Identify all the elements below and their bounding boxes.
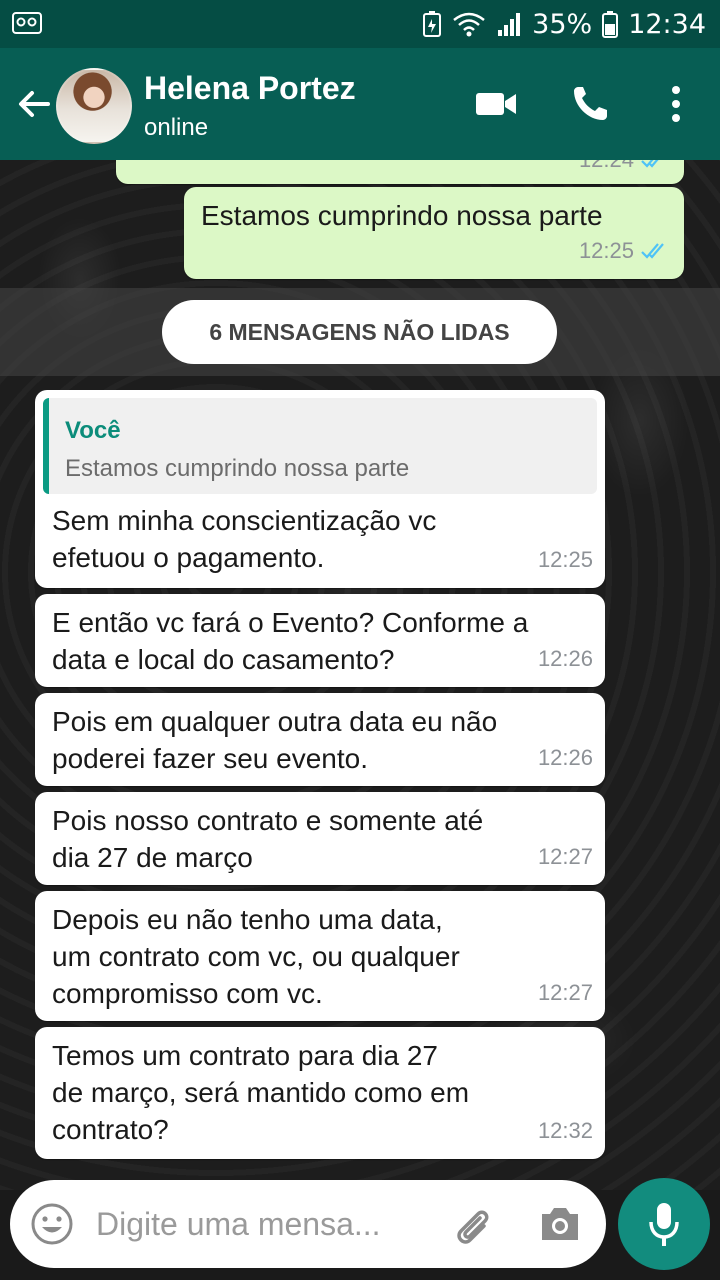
message-line: Pois em qualquer outra data eu não	[52, 706, 498, 737]
status-bar: 35% 12:34	[0, 0, 720, 48]
emoji-icon[interactable]	[30, 1202, 74, 1246]
voicemail-icon	[12, 12, 42, 34]
message-line: de março, será mantido como em	[52, 1077, 470, 1108]
attach-icon[interactable]	[448, 1202, 496, 1250]
message-composer[interactable]: Digite uma mensa...	[10, 1180, 606, 1268]
message-meta: 12:27	[538, 838, 593, 875]
message-time: 12:25	[537, 547, 593, 572]
quote-text: Estamos cumprindo nossa parte	[65, 455, 410, 482]
message-line: Pois nosso contrato e somente até	[52, 805, 484, 836]
message-line: Temos um contrato para dia 27	[52, 1040, 438, 1071]
message-text: E então vc fará o Evento? Conforme a dat…	[52, 604, 528, 678]
message-line: efetuou o pagamento.	[52, 542, 325, 573]
message-text: Pois em qualquer outra data eu não poder…	[52, 703, 497, 777]
camera-icon[interactable]	[536, 1202, 584, 1246]
message-time: 12:24	[579, 160, 634, 178]
back-arrow-icon[interactable]	[14, 84, 54, 124]
message-meta: 12:26	[538, 739, 593, 776]
contact-avatar[interactable]	[56, 68, 132, 144]
unread-messages-divider: 6 MENSAGENS NÃO LIDAS	[162, 300, 557, 364]
message-line: um contrato com vc, ou qualquer	[52, 941, 460, 972]
message-meta: 12:26	[538, 640, 593, 677]
message-list[interactable]: pagamento 12:24 Estamos cumprindo nossa …	[0, 160, 720, 1190]
message-time: 12:26	[537, 646, 593, 671]
wifi-icon	[453, 12, 485, 37]
message-line: dia 27 de março	[52, 842, 253, 873]
battery-saver-icon	[423, 11, 442, 37]
reply-quote[interactable]: Você Estamos cumprindo nossa parte	[43, 398, 597, 494]
incoming-message[interactable]: E então vc fará o Evento? Conforme a dat…	[35, 594, 605, 687]
message-text: Sem minha conscientização vc efetuou o p…	[52, 502, 436, 576]
message-line: E então vc fará o Evento? Conforme a	[52, 607, 529, 638]
incoming-message[interactable]: Pois nosso contrato e somente até dia 27…	[35, 792, 605, 885]
battery-icon	[602, 11, 619, 38]
battery-percentage: 35%	[532, 8, 593, 40]
voice-message-button[interactable]	[618, 1178, 710, 1270]
message-time: 12:26	[537, 745, 593, 770]
chat-header: Helena Portez online	[0, 48, 720, 160]
contact-name[interactable]: Helena Portez	[144, 70, 356, 107]
incoming-message[interactable]: Pois em qualquer outra data eu não poder…	[35, 693, 605, 786]
message-text: Estamos cumprindo nossa parte	[201, 200, 603, 231]
incoming-message[interactable]: Depois eu não tenho uma data, um contrat…	[35, 891, 605, 1021]
phone-icon[interactable]	[568, 82, 616, 126]
signal-icon	[498, 13, 521, 36]
message-input[interactable]: Digite uma mensa...	[96, 1206, 426, 1243]
more-options-icon[interactable]	[652, 82, 700, 126]
quote-author: Você	[65, 417, 121, 444]
message-line: Depois eu não tenho uma data,	[52, 904, 443, 935]
read-ticks-icon	[641, 242, 664, 259]
message-text: Temos um contrato para dia 27 de março, …	[52, 1037, 469, 1148]
message-meta: 12:25	[538, 541, 593, 578]
incoming-message[interactable]: Temos um contrato para dia 27 de março, …	[35, 1027, 605, 1159]
message-line: contrato?	[52, 1114, 169, 1145]
message-text: Depois eu não tenho uma data, um contrat…	[52, 901, 460, 1012]
message-line: data e local do casamento?	[52, 644, 395, 675]
message-line: compromisso com vc.	[52, 978, 323, 1009]
read-ticks-icon	[641, 160, 659, 168]
message-text: Pois nosso contrato e somente até dia 27…	[52, 802, 483, 876]
clock: 12:34	[628, 8, 706, 40]
message-time: 12:32	[537, 1118, 593, 1143]
message-meta: 12:27	[538, 974, 593, 1011]
message-line: Sem minha conscientização vc	[52, 505, 437, 536]
outgoing-message-partial[interactable]: pagamento 12:24	[116, 160, 684, 184]
message-time: 12:27	[537, 980, 593, 1005]
message-meta: 12:24	[579, 160, 672, 178]
message-meta: 12:25	[579, 232, 672, 269]
message-meta: 12:32	[538, 1112, 593, 1149]
message-time: 12:27	[537, 844, 593, 869]
message-time: 12:25	[578, 238, 634, 263]
status-icons: 35% 12:34	[422, 6, 706, 42]
microphone-icon	[649, 1203, 679, 1246]
message-line: poderei fazer seu evento.	[52, 743, 368, 774]
contact-status: online	[144, 114, 209, 141]
incoming-message[interactable]: Você Estamos cumprindo nossa parte Sem m…	[35, 390, 605, 588]
video-call-icon[interactable]	[472, 82, 520, 126]
outgoing-message[interactable]: Estamos cumprindo nossa parte 12:25	[184, 187, 684, 279]
